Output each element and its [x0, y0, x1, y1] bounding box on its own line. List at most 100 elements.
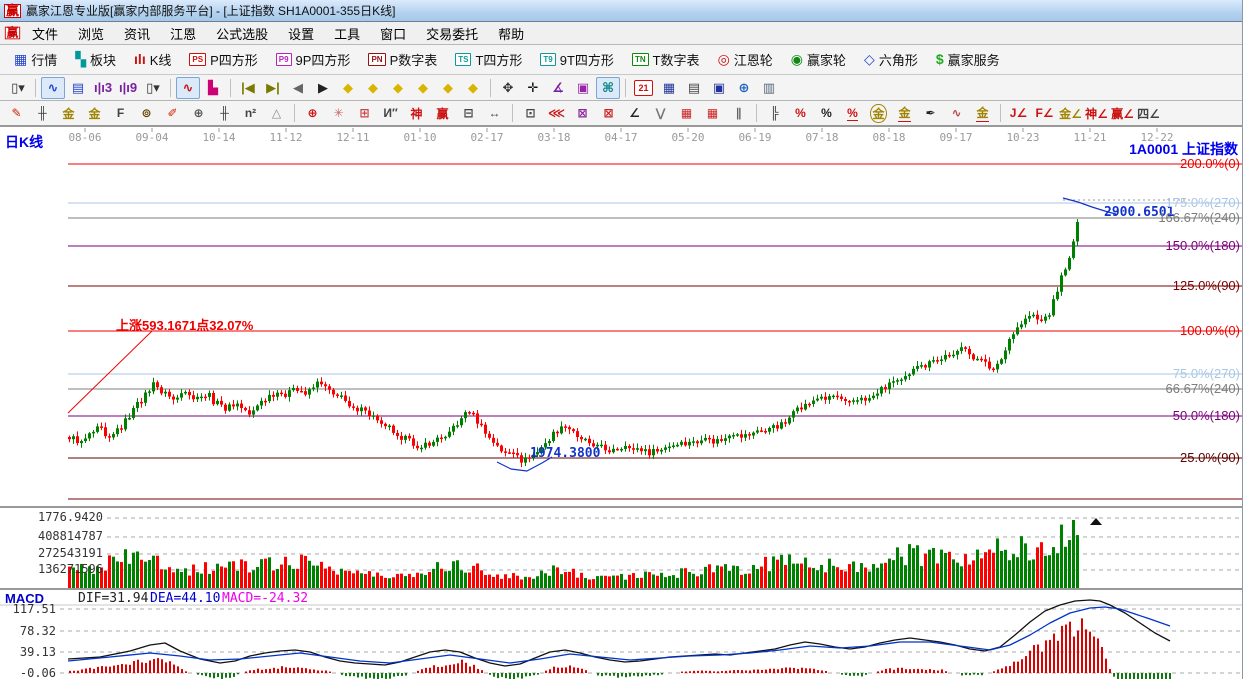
kline-button[interactable]: ılıK线 [126, 47, 179, 72]
gold-underline-tool[interactable]: 金 [970, 103, 995, 123]
percent-level-tool[interactable]: % [840, 103, 865, 123]
bars-9-button[interactable]: ı|ı9 [116, 77, 140, 99]
t-number-button[interactable]: TNT数字表 [624, 47, 708, 72]
compass-tool[interactable]: ⊕ [186, 103, 211, 123]
gold-level-tool[interactable]: 金 [892, 103, 917, 123]
j-angle-tool[interactable]: J∠ [1006, 103, 1031, 123]
note-view-button[interactable]: ▤ [66, 77, 90, 99]
gann-box-button[interactable]: ▣ [571, 77, 595, 99]
menu-item-2[interactable]: 资讯 [115, 22, 159, 45]
spiral-icon: ⊚ [141, 106, 151, 120]
menu-item-3[interactable]: 江恩 [161, 22, 205, 45]
four-angle-tool[interactable]: 四∠ [1136, 103, 1161, 123]
angle-measure-button[interactable]: ∡ [546, 77, 570, 99]
brush-tool[interactable]: ✎ [4, 103, 29, 123]
diamond-compress-button[interactable]: ◆ [386, 77, 410, 99]
gold-angle-tool[interactable]: 金∠ [1058, 103, 1083, 123]
menu-item-6[interactable]: 工具 [325, 22, 369, 45]
n2-tool[interactable]: n² [238, 103, 263, 123]
red-zigzag-button[interactable]: ∿ [176, 77, 200, 99]
nine-t-square-button[interactable]: T99T四方形 [532, 47, 622, 72]
percent-slash-tool[interactable]: % [788, 103, 813, 123]
menu-item-4[interactable]: 公式选股 [207, 22, 277, 45]
win-angle-tool[interactable]: 赢∠ [1110, 103, 1135, 123]
k-mark-tool[interactable]: И″ [378, 103, 403, 123]
p-number-button-label: P数字表 [390, 50, 438, 69]
network-button[interactable]: ⊕ [732, 77, 756, 99]
menu-item-9[interactable]: 帮助 [489, 22, 533, 45]
v-lines-tool[interactable]: ⋁ [648, 103, 673, 123]
box-pin-tool[interactable]: ⊡ [518, 103, 543, 123]
price-scale-tool[interactable]: ╠ [762, 103, 787, 123]
menu-item-8[interactable]: 交易委托 [417, 22, 487, 45]
diamond-left-button[interactable]: ◆ [336, 77, 360, 99]
title-bar[interactable]: 赢 赢家江恩专业版[赢家内部服务平台] - [上证指数 SH1A0001-355… [0, 0, 1243, 22]
god-comb-tool[interactable]: 神 [404, 103, 429, 123]
calendar-button[interactable]: 21 [634, 80, 653, 96]
f-comb-tool[interactable]: F [108, 103, 133, 123]
hexagon-button[interactable]: ◇六角形 [856, 47, 926, 72]
diamond-right-button[interactable]: ◆ [361, 77, 385, 99]
god-angle-tool[interactable]: 神∠ [1084, 103, 1109, 123]
angle-mirror-tool[interactable]: △ [264, 103, 289, 123]
notepad-button[interactable]: ▤ [682, 77, 706, 99]
red-grid-arrow-tool[interactable]: ▦ [700, 103, 725, 123]
comb-tool[interactable]: ╫ [30, 103, 55, 123]
p-number-button[interactable]: PNP数字表 [360, 47, 445, 72]
nine-p-square-button[interactable]: P99P四方形 [268, 47, 359, 72]
spiral-tool[interactable]: ⊚ [134, 103, 159, 123]
wave-channel-tool[interactable]: ∿ [944, 103, 969, 123]
terminal-button[interactable]: ▥ [757, 77, 781, 99]
menu-item-0[interactable]: 文件 [23, 22, 67, 45]
menu-item-1[interactable]: 浏览 [69, 22, 113, 45]
menu-item-5[interactable]: 设置 [279, 22, 323, 45]
brush-ruler-tool[interactable]: ✐ [160, 103, 185, 123]
red-grid-tool[interactable]: ▦ [674, 103, 699, 123]
candle-style2-button[interactable]: ▯▾ [141, 77, 165, 99]
histogram-button[interactable]: ▙ [201, 77, 225, 99]
plain-comb-tool[interactable]: ╫ [212, 103, 237, 123]
marker-pen-tool[interactable]: ✒ [918, 103, 943, 123]
web-grid-tool[interactable]: ⊞ [352, 103, 377, 123]
chart-canvas[interactable]: 日K线 1A0001 上证指数 上涨593.1671点32.07% 1974.3… [0, 126, 1243, 679]
slash-lines-tool[interactable]: ∥ [726, 103, 751, 123]
calculator-button[interactable]: ▦ [657, 77, 681, 99]
period-label[interactable]: 日K线 [5, 132, 43, 152]
gold-comb-tool[interactable]: 金 [56, 103, 81, 123]
zigzag-view-button[interactable]: ∿ [41, 77, 65, 99]
width-arrow-tool[interactable]: ↔ [482, 103, 507, 123]
nav-next-button[interactable]: ▶ [311, 77, 335, 99]
box-rays2-tool[interactable]: ⊠ [596, 103, 621, 123]
save-button[interactable]: ▣ [707, 77, 731, 99]
percent-tool[interactable]: % [814, 103, 839, 123]
ray-fan-tool[interactable]: ⋘ [544, 103, 569, 123]
menu-item-7[interactable]: 窗口 [371, 22, 415, 45]
nav-first-button[interactable]: |◀ [236, 77, 260, 99]
nav-last-button[interactable]: ▶| [261, 77, 285, 99]
kline-style-button[interactable]: ▯▾ [6, 77, 30, 99]
bars-3-button[interactable]: ı|ı3 [91, 77, 115, 99]
crosshair-button[interactable]: ✛ [521, 77, 545, 99]
p-square-button[interactable]: PSP四方形 [181, 47, 265, 72]
gold-circle-tool[interactable]: 金 [866, 103, 891, 123]
gann-wheel-button[interactable]: ◎江恩轮 [710, 47, 781, 72]
quote-button[interactable]: ▦行情 [6, 47, 65, 72]
diamond-expand-button[interactable]: ◆ [461, 77, 485, 99]
angle-lines-tool[interactable]: ∠ [622, 103, 647, 123]
smart-brain-button[interactable]: ⌘ [596, 77, 620, 99]
diamond-split-button[interactable]: ◆ [411, 77, 435, 99]
winner-wheel-button[interactable]: ◉赢家轮 [783, 47, 854, 72]
ruler-123-tool[interactable]: ⊟ [456, 103, 481, 123]
gold-comb2-tool[interactable]: 金 [82, 103, 107, 123]
f-angle-tool[interactable]: F∠ [1032, 103, 1057, 123]
web-star-tool[interactable]: ✳ [326, 103, 351, 123]
nav-prev-button[interactable]: ◀ [286, 77, 310, 99]
sector-button[interactable]: ▚板块 [67, 47, 124, 72]
service-button[interactable]: $赢家服务 [928, 47, 1008, 72]
target-tool[interactable]: ⊕ [300, 103, 325, 123]
diamond-star-button[interactable]: ◆ [436, 77, 460, 99]
box-rays-tool[interactable]: ⊠ [570, 103, 595, 123]
pan-hand-button[interactable]: ✥ [496, 77, 520, 99]
win-comb-tool[interactable]: 赢 [430, 103, 455, 123]
t-square-button[interactable]: TST四方形 [447, 47, 530, 72]
